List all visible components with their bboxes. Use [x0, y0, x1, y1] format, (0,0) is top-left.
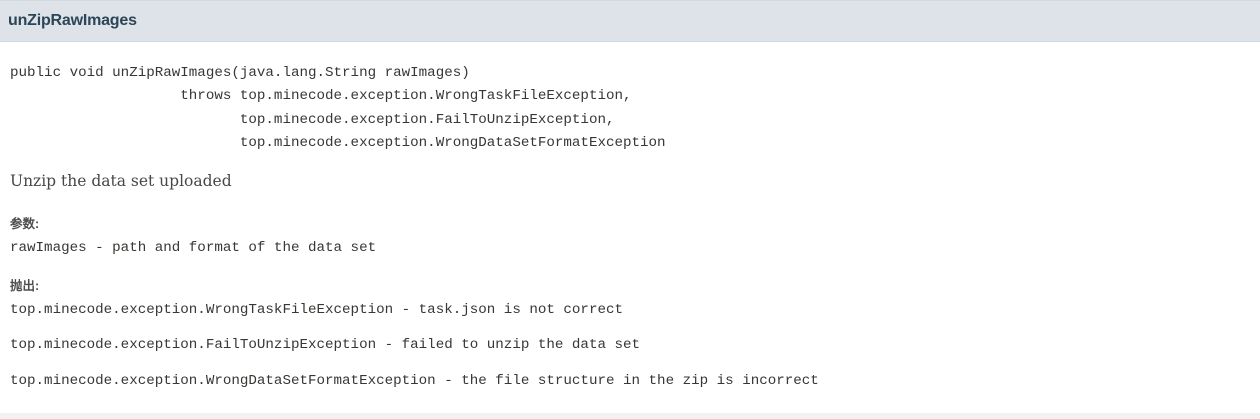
- params-label: 参数:: [10, 217, 40, 231]
- throws-item: top.minecode.exception.FailToUnzipExcept…: [10, 337, 641, 353]
- signature-line: top.minecode.exception.WrongDataSetForma…: [10, 134, 666, 151]
- throws-item: top.minecode.exception.WrongDataSetForma…: [10, 373, 819, 389]
- footer-band: [0, 413, 1260, 419]
- method-header: unZipRawImages: [0, 0, 1260, 42]
- param-item: rawImages - path and format of the data …: [10, 240, 377, 256]
- signature-line: throws top.minecode.exception.WrongTaskF…: [10, 88, 632, 105]
- method-title: unZipRawImages: [8, 12, 137, 29]
- method-description: Unzip the data set uploaded: [10, 172, 232, 190]
- signature-line: public void unZipRawImages(java.lang.Str…: [10, 65, 470, 81]
- method-signature: public void unZipRawImages(java.lang.Str…: [10, 62, 666, 155]
- throws-label: 抛出:: [10, 279, 40, 293]
- signature-line: top.minecode.exception.FailToUnzipExcept…: [10, 111, 615, 128]
- throws-item: top.minecode.exception.WrongTaskFileExce…: [10, 302, 623, 318]
